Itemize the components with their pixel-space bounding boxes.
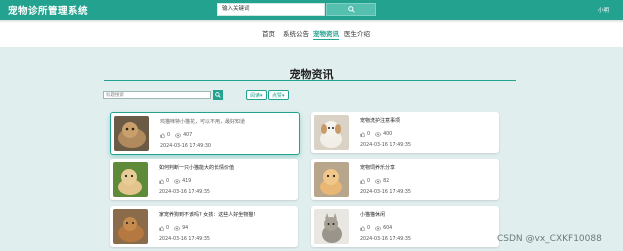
article-card[interactable]: 宠物饲养乐分享 0 82 2024-03-16 17:49:35 [311, 159, 499, 200]
article-title: 小猫猫休闲 [360, 212, 386, 218]
eye-icon [375, 179, 382, 184]
nav-item-home[interactable]: 首页 [262, 28, 275, 38]
like-count: 0 [367, 132, 371, 137]
like-icon [360, 179, 365, 184]
article-title: 鸡猫咪特小猫花，可以不用，最好知道 [160, 119, 246, 125]
filter-search-button[interactable] [213, 90, 223, 100]
view-count: 604 [383, 226, 393, 231]
search-icon [215, 92, 221, 98]
article-card[interactable]: 宠物洗护注意事项 0 400 2024-03-16 17:49:35 [311, 112, 499, 153]
article-thumbnail [314, 209, 349, 244]
main-nav: 首页 系统公告 宠物资讯 医生介绍 [0, 28, 623, 40]
header-search-button[interactable] [326, 3, 376, 16]
article-date: 2024-03-16 17:49:35 [360, 237, 411, 242]
article-title: 如何判断一只小猫能大的长情价值 [159, 165, 235, 171]
eye-icon [174, 226, 181, 231]
article-thumbnail [314, 115, 349, 150]
article-thumbnail [314, 162, 349, 197]
like-icon [360, 226, 365, 231]
article-title: 宠物洗护注意事项 [360, 118, 401, 124]
like-count: 0 [367, 179, 371, 184]
article-card[interactable]: 鸡猫咪特小猫花，可以不用，最好知道 0 407 2024-03-16 17:49… [110, 112, 300, 155]
like-count: 0 [367, 226, 371, 231]
nav-item-announcements[interactable]: 系统公告 [283, 28, 309, 38]
view-count: 407 [183, 133, 193, 138]
article-thumbnail [113, 162, 148, 197]
article-stats: 0 407 [160, 133, 192, 138]
nav-item-doctors[interactable]: 医生介绍 [344, 28, 370, 38]
view-count: 419 [182, 179, 192, 184]
eye-icon [175, 133, 182, 138]
article-stats: 0 604 [360, 226, 392, 231]
nav-item-pet-news[interactable]: 宠物资讯 [313, 28, 339, 40]
like-count: 0 [166, 226, 170, 231]
csdn-watermark: CSDN @vx_CXKF10088 [497, 234, 602, 244]
article-stats: 0 94 [159, 226, 188, 231]
like-count: 0 [166, 179, 170, 184]
article-thumbnail [114, 116, 149, 151]
top-header: 宠物诊所管理系统 输入关键词 小明 [0, 0, 623, 20]
article-title: 家宠养狗到不该吗? 女孩：这些人好坐物猫! [159, 212, 256, 218]
article-date: 2024-03-16 17:49:35 [360, 190, 411, 195]
sort-by-views-button[interactable]: 阅读▾ [246, 90, 267, 100]
like-icon [160, 133, 165, 138]
eye-icon [375, 226, 382, 231]
header-shadow [0, 20, 623, 23]
like-count: 0 [167, 133, 171, 138]
like-icon [159, 179, 164, 184]
article-title: 宠物饲养乐分享 [360, 165, 396, 171]
article-stats: 0 400 [360, 132, 392, 137]
article-stats: 0 82 [360, 179, 389, 184]
article-date: 2024-03-16 17:49:35 [360, 143, 411, 148]
sort-by-likes-button[interactable]: 点赞▾ [268, 90, 289, 100]
header-search-input[interactable]: 输入关键词 [217, 3, 325, 16]
app-title: 宠物诊所管理系统 [8, 6, 89, 17]
article-card[interactable]: 家宠养狗到不该吗? 女孩：这些人好坐物猫! 0 94 2024-03-16 17… [110, 206, 298, 247]
article-stats: 0 419 [159, 179, 191, 184]
article-card[interactable]: 如何判断一只小猫能大的长情价值 0 419 2024-03-16 17:49:3… [110, 159, 298, 200]
like-icon [360, 132, 365, 137]
user-name[interactable]: 小明 [598, 6, 609, 14]
search-icon [347, 6, 355, 13]
article-thumbnail [113, 209, 148, 244]
eye-icon [375, 132, 382, 137]
article-date: 2024-03-16 17:49:35 [159, 237, 210, 242]
view-count: 82 [383, 179, 390, 184]
article-date: 2024-03-16 17:49:30 [160, 144, 211, 149]
article-card[interactable]: 小猫猫休闲 0 604 2024-03-16 17:49:35 [311, 206, 499, 247]
view-count: 94 [182, 226, 189, 231]
title-divider [104, 80, 516, 81]
eye-icon [174, 179, 181, 184]
title-search-input[interactable]: 标题搜索 [103, 91, 211, 99]
like-icon [159, 226, 164, 231]
article-date: 2024-03-16 17:49:35 [159, 190, 210, 195]
view-count: 400 [383, 132, 393, 137]
